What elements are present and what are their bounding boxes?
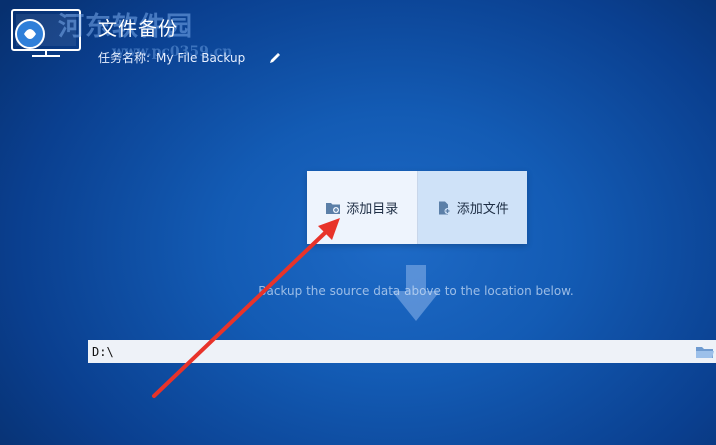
- task-name-value: My File Backup: [156, 50, 246, 65]
- destination-bar: [88, 340, 716, 363]
- task-name-row: 任务名称: My File Backup: [98, 49, 281, 66]
- folder-add-icon: [326, 202, 341, 214]
- folder-icon: [696, 346, 714, 358]
- add-file-label: 添加文件: [456, 202, 509, 217]
- add-directory-button[interactable]: 添加目录: [307, 171, 418, 244]
- browse-folder-button[interactable]: [694, 343, 716, 361]
- backup-hint-text: Backup the source data above to the loca…: [258, 284, 574, 298]
- pencil-icon[interactable]: [269, 52, 281, 64]
- destination-path-input[interactable]: [88, 341, 694, 362]
- add-source-panel: 添加目录 添加文件: [307, 171, 527, 244]
- page-title: 文件备份: [98, 18, 179, 40]
- add-directory-label: 添加目录: [346, 202, 399, 217]
- add-file-button[interactable]: 添加文件: [417, 171, 527, 244]
- task-name-label: 任务名称:: [98, 51, 151, 65]
- file-add-icon: [438, 201, 451, 214]
